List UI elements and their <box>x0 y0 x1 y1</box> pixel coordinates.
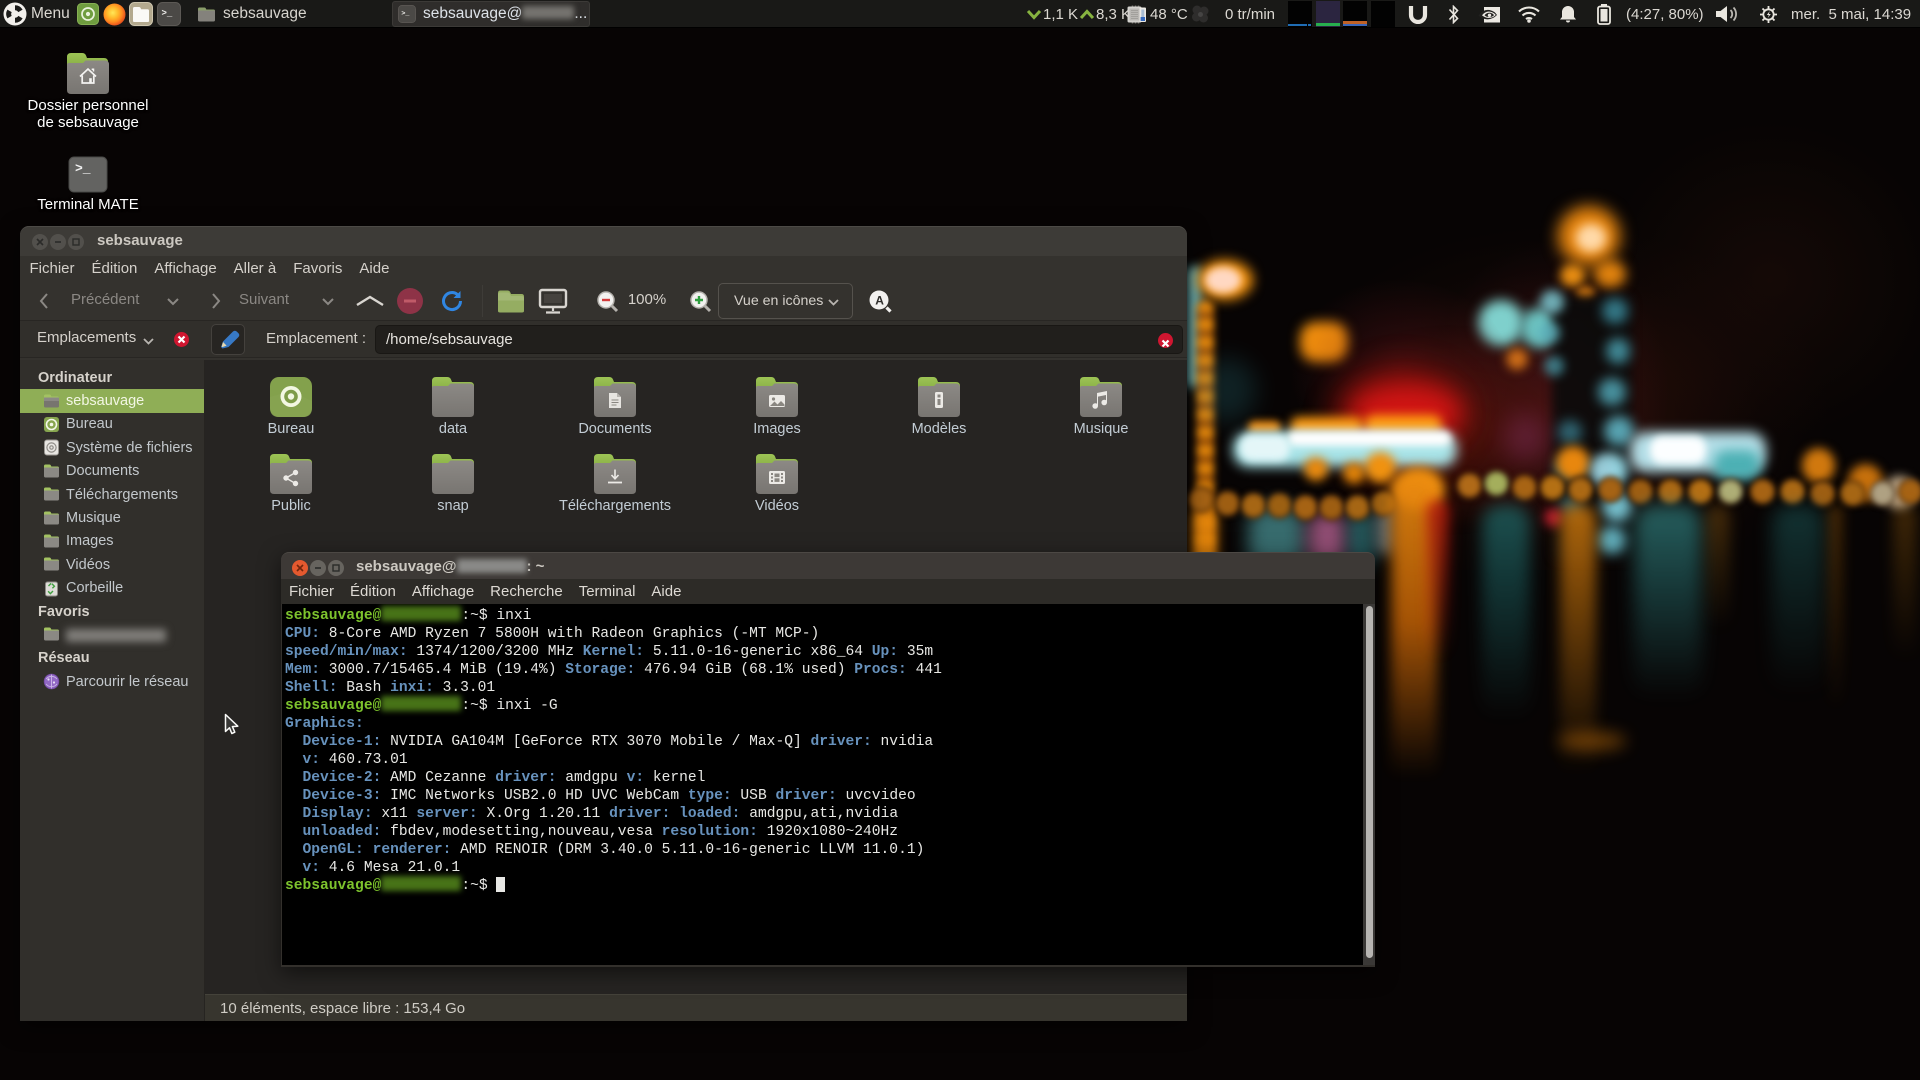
svg-text:>_: >_ <box>162 9 173 19</box>
svg-text:>_: >_ <box>401 10 410 18</box>
svg-text:A: A <box>875 293 884 307</box>
svg-text:>_: >_ <box>75 161 91 176</box>
